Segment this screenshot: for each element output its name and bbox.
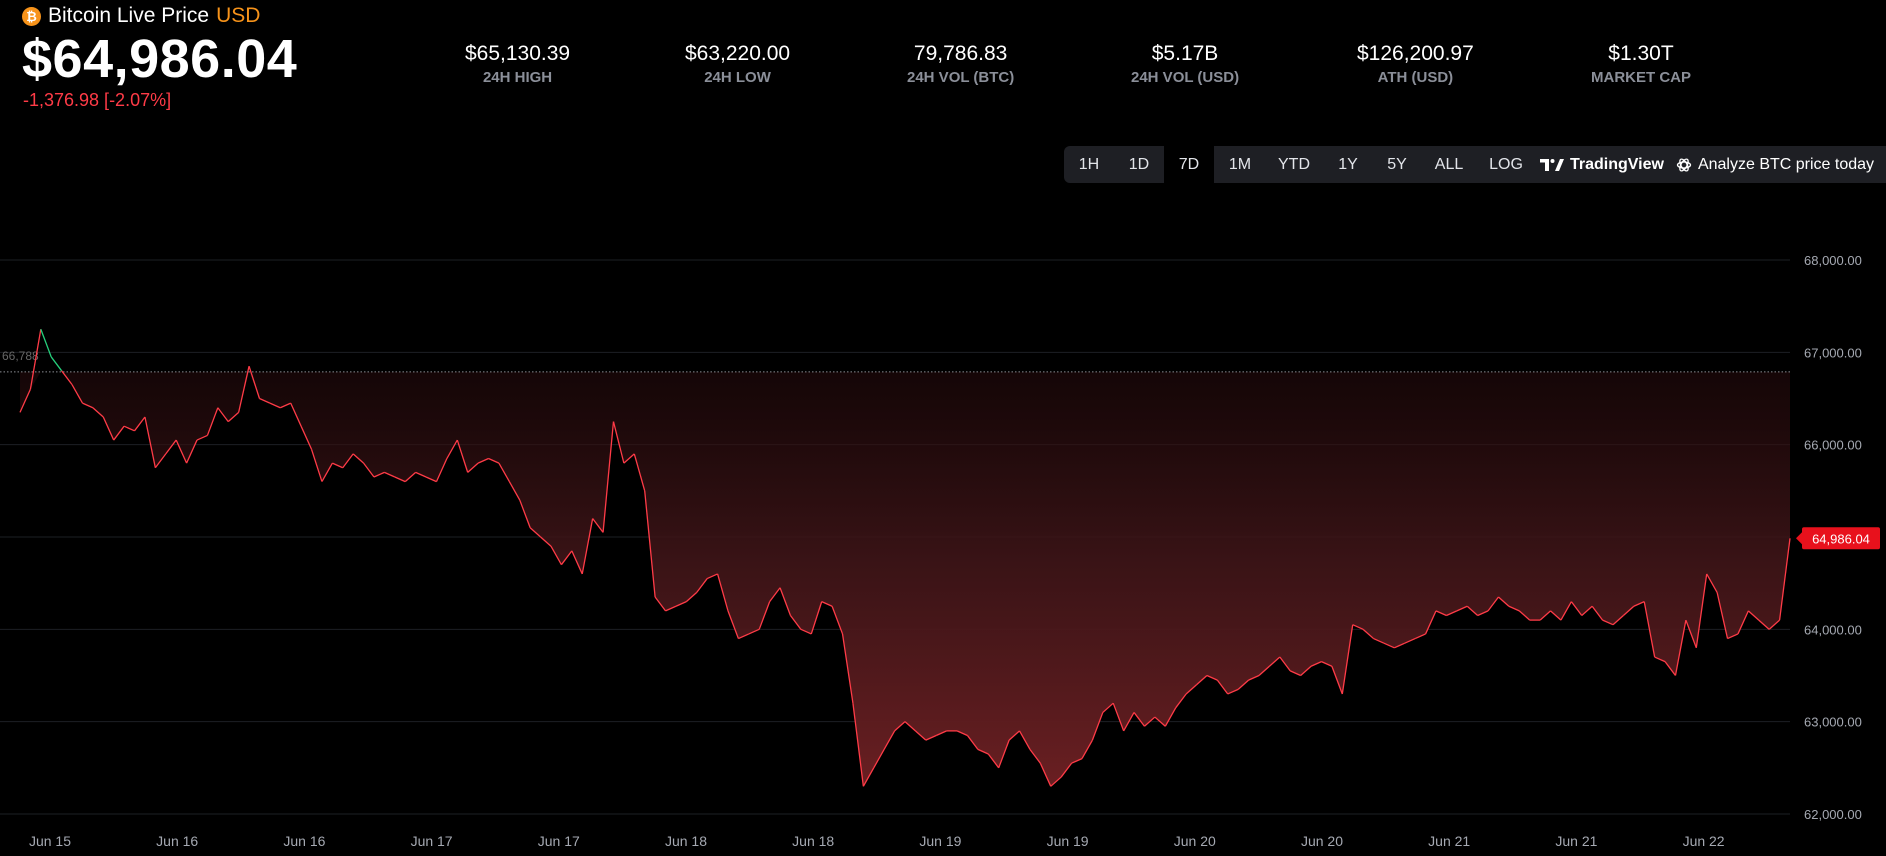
y-tick-label: 67,000.00 bbox=[1804, 345, 1862, 360]
x-tick-label: Jun 19 bbox=[919, 833, 961, 849]
y-tick-label: 62,000.00 bbox=[1804, 807, 1862, 822]
x-tick-label: Jun 18 bbox=[665, 833, 707, 849]
x-tick-label: Jun 17 bbox=[538, 833, 580, 849]
y-tick-label: 63,000.00 bbox=[1804, 715, 1862, 730]
x-tick-label: Jun 15 bbox=[29, 833, 71, 849]
price-area-fill bbox=[20, 371, 1790, 787]
x-tick-label: Jun 21 bbox=[1428, 833, 1470, 849]
y-tick-label: 64,000.00 bbox=[1804, 622, 1862, 637]
x-tick-label: Jun 16 bbox=[156, 833, 198, 849]
x-tick-label: Jun 20 bbox=[1174, 833, 1216, 849]
x-tick-label: Jun 18 bbox=[792, 833, 834, 849]
x-tick-label: Jun 21 bbox=[1555, 833, 1597, 849]
price-line-segment bbox=[50, 356, 63, 372]
y-tick-label: 68,000.00 bbox=[1804, 253, 1862, 268]
baseline-label: 66,788 bbox=[2, 349, 39, 363]
x-tick-label: Jun 17 bbox=[411, 833, 453, 849]
x-tick-label: Jun 19 bbox=[1047, 833, 1089, 849]
y-tick-label: 66,000.00 bbox=[1804, 438, 1862, 453]
x-tick-label: Jun 22 bbox=[1683, 833, 1725, 849]
x-tick-label: Jun 16 bbox=[283, 833, 325, 849]
last-price-tag-arrow bbox=[1796, 531, 1803, 546]
price-chart[interactable]: 68,000.0067,000.0066,000.0065,000.0064,0… bbox=[0, 0, 1886, 856]
last-price-label: 64,986.04 bbox=[1812, 531, 1870, 546]
x-tick-label: Jun 20 bbox=[1301, 833, 1343, 849]
